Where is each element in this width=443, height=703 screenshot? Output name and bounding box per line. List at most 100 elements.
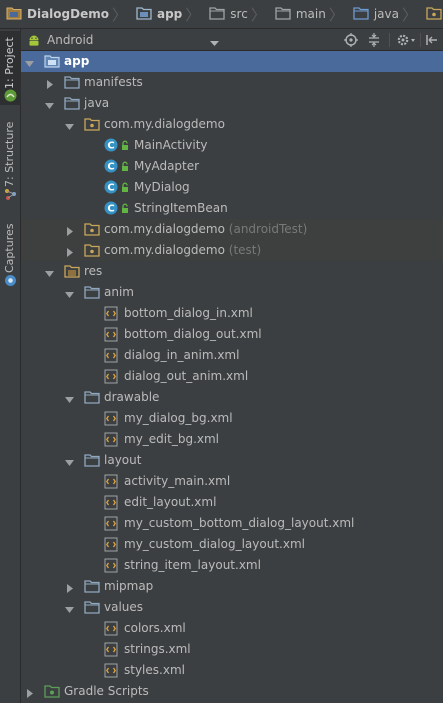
expand-arrow-down-icon[interactable] xyxy=(65,120,74,130)
xml-file-icon xyxy=(104,495,118,513)
tree-node-dialog-in-anim-xml[interactable]: dialog_in_anim.xml xyxy=(21,345,443,366)
tree-node-label: mipmap xyxy=(104,579,153,593)
tree-node-my-custom-bottom-dialog-layout-xml[interactable]: my_custom_bottom_dialog_layout.xml xyxy=(21,513,443,534)
tree-node-layout[interactable]: layout xyxy=(21,450,443,471)
breadcrumb-dialogdemo[interactable]: DialogDemo 〉 xyxy=(0,0,130,28)
tree-node-name: dialog_in_anim.xml xyxy=(124,348,240,362)
tab-project[interactable]: 1: Project xyxy=(0,31,21,105)
tree-node-gradle-scripts[interactable]: Gradle Scripts xyxy=(21,681,443,702)
tab-captures[interactable]: Captures xyxy=(0,224,21,291)
breadcrumb-java[interactable]: java 〉 xyxy=(347,0,420,28)
gradle-icon xyxy=(44,684,60,701)
breadcrumb-separator: 〉 xyxy=(401,5,417,24)
expand-arrow-right-icon[interactable] xyxy=(65,225,74,236)
tab-structure[interactable]: 7: Structure xyxy=(0,121,21,205)
xml-file-icon xyxy=(104,474,118,492)
tree-node-strings-xml[interactable]: strings.xml xyxy=(21,639,443,660)
tree-node-bottom-dialog-out-xml[interactable]: bottom_dialog_out.xml xyxy=(21,324,443,345)
tree-node-name: bottom_dialog_in.xml xyxy=(124,306,253,320)
tree-node-name: string_item_layout.xml xyxy=(124,558,261,572)
expand-arrow-right-icon[interactable] xyxy=(65,582,74,593)
xml-file-icon xyxy=(104,516,118,534)
tree-node-name: colors.xml xyxy=(124,621,186,635)
sync-target-icon[interactable] xyxy=(344,33,358,50)
breadcrumb-app[interactable]: app 〉 xyxy=(130,0,203,28)
svg-text:C: C xyxy=(107,204,114,215)
tree-node-edit-layout-xml[interactable]: edit_layout.xml xyxy=(21,492,443,513)
folder-icon xyxy=(209,6,225,23)
tree-node-label: MyAdapter xyxy=(134,159,199,173)
tree-node-my-edit-bg-xml[interactable]: my_edit_bg.xml xyxy=(21,429,443,450)
breadcrumb-com[interactable]: com〉 xyxy=(420,0,443,28)
expand-arrow-down-icon[interactable] xyxy=(65,456,74,466)
tree-node-java[interactable]: java xyxy=(21,93,443,114)
tree-node-manifests[interactable]: manifests xyxy=(21,72,443,93)
tree-node-values[interactable]: values xyxy=(21,597,443,618)
tree-node-stringitembean[interactable]: C StringItemBean xyxy=(21,198,443,219)
expand-arrow-down-icon[interactable] xyxy=(65,288,74,298)
xml-file-icon xyxy=(104,411,118,429)
tree-node-activity-main-xml[interactable]: activity_main.xml xyxy=(21,471,443,492)
tree-node-my-custom-dialog-layout-xml[interactable]: my_custom_dialog_layout.xml xyxy=(21,534,443,555)
xml-file-icon xyxy=(104,621,118,639)
expand-arrow-right-icon[interactable] xyxy=(65,246,74,257)
expand-arrow-down-icon[interactable] xyxy=(45,267,54,277)
captures-icon xyxy=(4,274,17,290)
folder-icon xyxy=(64,96,80,113)
breadcrumb-label: src xyxy=(230,7,248,21)
tree-node-label: layout xyxy=(104,453,141,467)
expand-arrow-right-icon[interactable] xyxy=(45,78,54,89)
expand-arrow-down-icon[interactable] xyxy=(25,57,34,67)
tree-node-label: MainActivity xyxy=(134,138,208,152)
package-icon xyxy=(84,243,100,260)
tree-node-styles-xml[interactable]: styles.xml xyxy=(21,660,443,681)
tree-node-com-my-dialogdemo[interactable]: com.my.dialogdemo xyxy=(21,114,443,135)
expand-arrow-down-icon[interactable] xyxy=(65,603,74,613)
expand-arrow-down-icon[interactable] xyxy=(45,99,54,109)
expand-arrow-down-icon[interactable] xyxy=(65,393,74,403)
tree-node-label: java xyxy=(84,96,109,110)
tree-node-myadapter[interactable]: C MyAdapter xyxy=(21,156,443,177)
view-mode-dropdown[interactable]: Android xyxy=(27,31,219,48)
tree-node-mainactivity[interactable]: C MainActivity xyxy=(21,135,443,156)
folder-icon xyxy=(275,6,291,23)
tree-node-res[interactable]: res xyxy=(21,261,443,282)
tree-node-my-dialog-bg-xml[interactable]: my_dialog_bg.xml xyxy=(21,408,443,429)
tree-node-mipmap[interactable]: mipmap xyxy=(21,576,443,597)
tree-node-dialog-out-anim-xml[interactable]: dialog_out_anim.xml xyxy=(21,366,443,387)
view-mode-label: Android xyxy=(47,32,94,47)
tree-node-label: anim xyxy=(104,285,134,299)
tree-node-com-my-dialogdemo[interactable]: com.my.dialogdemo (test) xyxy=(21,240,443,261)
hide-panel-icon[interactable] xyxy=(426,33,438,50)
tree-node-string-item-layout-xml[interactable]: string_item_layout.xml xyxy=(21,555,443,576)
tree-node-label: app xyxy=(64,54,89,68)
tree-node-mydialog[interactable]: C MyDialog xyxy=(21,177,443,198)
tree-node-bottom-dialog-in-xml[interactable]: bottom_dialog_in.xml xyxy=(21,303,443,324)
settings-gear-icon[interactable] xyxy=(396,33,416,50)
xml-file-icon xyxy=(104,369,118,387)
lock-icon xyxy=(120,203,130,217)
lock-icon xyxy=(120,161,130,175)
tree-node-name: dialog_out_anim.xml xyxy=(124,369,249,383)
tree-node-label: StringItemBean xyxy=(134,201,228,215)
tree-node-name: com.my.dialogdemo xyxy=(104,222,225,236)
tree-node-com-my-dialogdemo[interactable]: com.my.dialogdemo (androidTest) xyxy=(21,219,443,240)
collapse-all-icon[interactable] xyxy=(367,33,381,50)
class-icon: C xyxy=(104,138,118,155)
tree-node-label: MyDialog xyxy=(134,180,190,194)
expand-arrow-right-icon[interactable] xyxy=(25,687,34,698)
tree-node-anim[interactable]: anim xyxy=(21,282,443,303)
tree-node-app[interactable]: app xyxy=(21,51,443,72)
tree-node-label: manifests xyxy=(84,75,143,89)
breadcrumb-src[interactable]: src 〉 xyxy=(203,0,269,28)
breadcrumb-main[interactable]: main 〉 xyxy=(269,0,347,28)
tab-structure-label: 7: Structure xyxy=(3,121,16,187)
lock-icon xyxy=(120,182,130,196)
breadcrumb-separator: 〉 xyxy=(250,5,266,24)
tree-node-name: MainActivity xyxy=(134,138,208,152)
tree-node-label: string_item_layout.xml xyxy=(124,558,261,572)
breadcrumb-separator: 〉 xyxy=(328,5,344,24)
module-folder-icon xyxy=(136,6,152,23)
tree-node-drawable[interactable]: drawable xyxy=(21,387,443,408)
tree-node-colors-xml[interactable]: colors.xml xyxy=(21,618,443,639)
